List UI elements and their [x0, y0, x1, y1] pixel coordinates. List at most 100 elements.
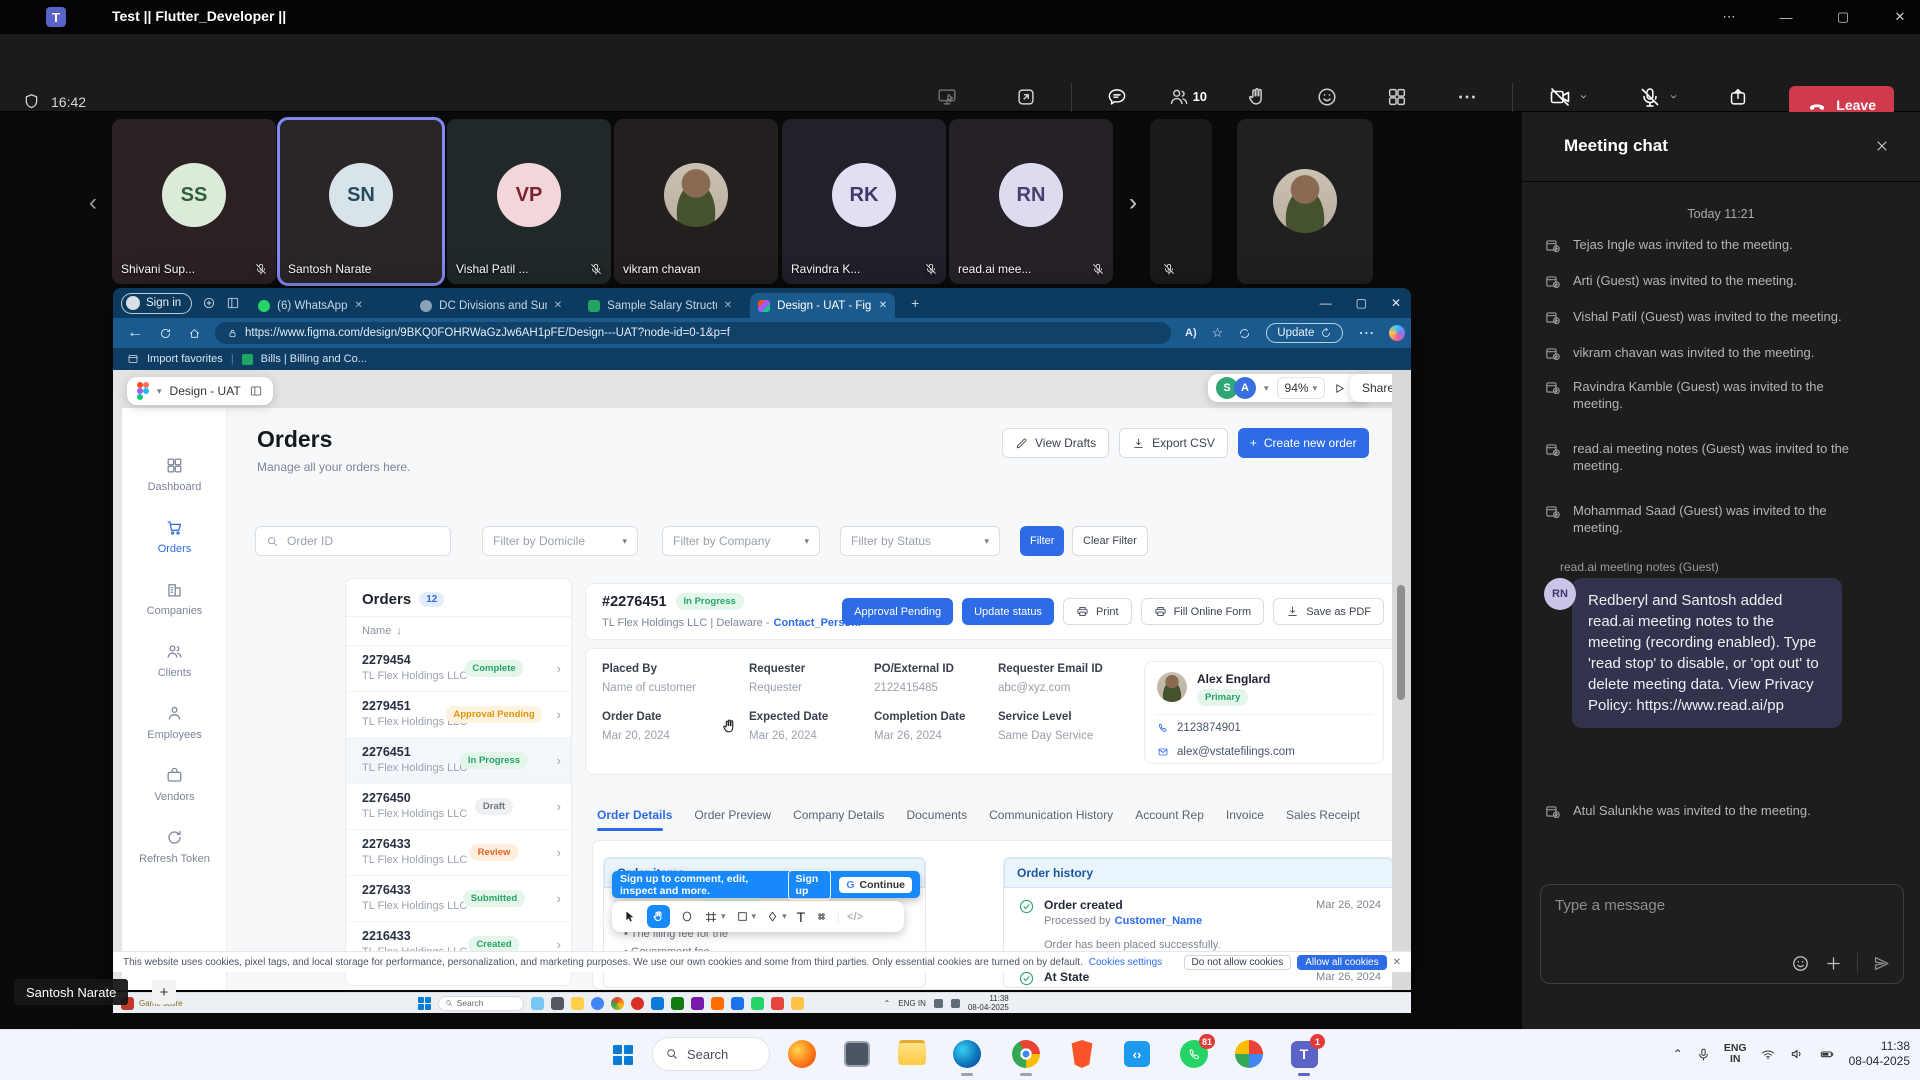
tiles-scroll-right-icon[interactable]: › — [1122, 188, 1144, 218]
contact-phone[interactable]: 2123874901 — [1177, 722, 1241, 734]
column-header-name[interactable]: Name↓ — [346, 617, 571, 646]
present-icon[interactable] — [1333, 382, 1346, 395]
tray-language[interactable]: ENG IN — [898, 999, 926, 1008]
vscode-icon[interactable]: ‹› — [1121, 1038, 1153, 1070]
export-csv-button[interactable]: Export CSV — [1119, 428, 1228, 458]
taskbar-app-icon[interactable] — [651, 997, 664, 1010]
contact-email[interactable]: alex@vstatefilings.com — [1177, 746, 1295, 758]
sidebar-item-refresh-token[interactable]: Refresh Token — [122, 828, 227, 865]
workspaces-icon[interactable] — [202, 296, 216, 310]
tab-close-icon[interactable]: ✕ — [554, 300, 562, 311]
taskbar-app-icon[interactable] — [751, 997, 764, 1010]
self-video-tile[interactable] — [1237, 119, 1373, 284]
window-maximize-icon[interactable]: ▢ — [1832, 6, 1854, 28]
favorite-star-icon[interactable]: ☆ — [1212, 325, 1224, 341]
participant-tile-active-speaker[interactable]: SN Santosh Narate — [279, 119, 443, 284]
browser-maximize-icon[interactable]: ▢ — [1356, 296, 1367, 310]
tab-company-details[interactable]: Company Details — [793, 808, 884, 822]
sidebar-item-orders[interactable]: Orders — [122, 518, 227, 555]
google-continue-button[interactable]: GContinue — [839, 877, 912, 893]
component-tool-icon[interactable] — [815, 910, 828, 923]
taskbar-app-icon[interactable] — [771, 997, 784, 1010]
browser-tab[interactable]: (6) WhatsApp ✕ — [250, 293, 402, 318]
url-field[interactable]: https://www.figma.com/design/9BKQ0FOHRWa… — [215, 322, 1171, 344]
print-button[interactable]: Print — [1063, 598, 1132, 625]
update-status-button[interactable]: Update status — [962, 598, 1054, 625]
browser-tab[interactable]: Sample Salary Structure with calc ✕ — [580, 293, 740, 318]
tab-account-rep[interactable]: Account Rep — [1135, 808, 1204, 822]
import-favorites-link[interactable]: Import favorites — [147, 353, 223, 365]
text-tool-icon[interactable]: T — [797, 909, 806, 925]
order-row[interactable]: 2276433TL Flex Holdings LLC Submitted› — [346, 876, 571, 922]
order-id-search-input[interactable]: Order ID — [255, 526, 451, 556]
start-icon[interactable] — [418, 997, 431, 1010]
lasso-tool-icon[interactable] — [680, 910, 694, 924]
refresh-icon[interactable] — [159, 327, 172, 340]
clear-filter-button[interactable]: Clear Filter — [1072, 526, 1148, 556]
sidebar-item-dashboard[interactable]: Dashboard — [122, 456, 227, 493]
browser-signin-button[interactable]: Sign in — [121, 293, 192, 314]
taskbar-app-icon[interactable] — [671, 997, 684, 1010]
tiles-scroll-left-icon[interactable]: ‹ — [82, 188, 104, 218]
chrome-icon[interactable] — [1010, 1038, 1042, 1070]
tab-order-preview[interactable]: Order Preview — [694, 808, 771, 822]
taskbar-app-icon[interactable] — [731, 997, 744, 1010]
update-browser-button[interactable]: Update — [1266, 323, 1343, 343]
hand-tool-icon-active[interactable] — [647, 905, 670, 928]
attach-plus-icon[interactable] — [1824, 954, 1843, 973]
view-drafts-button[interactable]: View Drafts — [1002, 428, 1109, 458]
browser-close-icon[interactable]: ✕ — [1391, 296, 1401, 310]
filter-company-dropdown[interactable]: Filter by Company▾ — [662, 526, 820, 556]
taskbar-app-icon[interactable] — [551, 997, 564, 1010]
participant-tile-partial[interactable] — [1150, 119, 1212, 284]
taskbar-app-icon[interactable] — [631, 997, 644, 1010]
tab-invoice[interactable]: Invoice — [1226, 808, 1264, 822]
taskbar-search[interactable]: Search — [652, 1037, 770, 1071]
zoom-control[interactable]: 94%▾ — [1277, 377, 1326, 399]
create-new-order-button[interactable]: + Create new order — [1238, 428, 1369, 458]
move-tool-icon[interactable] — [622, 909, 637, 924]
deny-cookies-button[interactable]: Do not allow cookies — [1184, 955, 1292, 970]
emoji-icon[interactable] — [1791, 954, 1810, 973]
taskbar-app-icon[interactable] — [531, 997, 544, 1010]
frame-tool-icon[interactable]: ▾ — [704, 910, 726, 924]
filter-button[interactable]: Filter — [1020, 526, 1064, 556]
sidebar-item-clients[interactable]: Clients — [122, 642, 227, 679]
read-aloud-icon[interactable]: A) — [1185, 327, 1197, 339]
order-row[interactable]: 2276450TL Flex Holdings LLC Draft› — [346, 784, 571, 830]
firefox-icon[interactable] — [786, 1038, 818, 1070]
layout-panel-icon[interactable] — [249, 384, 263, 398]
cookie-settings-link[interactable]: Cookies settings — [1089, 957, 1162, 968]
home-icon[interactable] — [188, 327, 201, 340]
filter-domicile-dropdown[interactable]: Filter by Domicile▾ — [482, 526, 638, 556]
browser-minimize-icon[interactable]: — — [1320, 296, 1332, 310]
whatsapp-icon[interactable]: 81 — [1178, 1038, 1210, 1070]
edge-icon[interactable] — [951, 1038, 983, 1070]
browser-tab-active[interactable]: Design - UAT - Figma ✕ — [750, 293, 895, 318]
tab-close-icon[interactable]: ✕ — [724, 300, 732, 311]
tray-chevron-icon[interactable]: ⌃ — [1673, 1047, 1683, 1061]
taskbar-app-icon[interactable] — [571, 997, 584, 1010]
order-row[interactable]: 2276433TL Flex Holdings LLC Review› — [346, 830, 571, 876]
back-icon[interactable]: ← — [127, 324, 143, 342]
language-indicator[interactable]: ENGIN — [1724, 1043, 1747, 1065]
taskbar-app-icon[interactable] — [711, 997, 724, 1010]
customer-name-link[interactable]: Customer_Name — [1115, 915, 1202, 927]
pen-tool-icon[interactable]: ▾ — [766, 910, 787, 923]
tab-order-details[interactable]: Order Details — [597, 808, 672, 822]
cookie-close-icon[interactable]: ✕ — [1393, 957, 1401, 968]
new-tab-icon[interactable]: + — [911, 295, 919, 311]
order-row[interactable]: 2279454TL Flex Holdings LLC Complete› — [346, 646, 571, 692]
tray-icon[interactable] — [934, 999, 943, 1008]
taskbar-app-icon[interactable] — [791, 997, 804, 1010]
tray-icon[interactable] — [951, 999, 960, 1008]
canvas-scrollbar[interactable] — [1392, 370, 1411, 990]
participant-tile[interactable]: RN read.ai mee... — [949, 119, 1113, 284]
signup-button[interactable]: Sign up — [788, 870, 832, 900]
tab-sales-receipt[interactable]: Sales Receipt — [1286, 808, 1360, 822]
chat-close-icon[interactable] — [1874, 138, 1890, 154]
tab-documents[interactable]: Documents — [906, 808, 967, 822]
figma-file-toolbar[interactable]: ▾ Design - UAT — [127, 377, 273, 405]
chrome-profile-icon[interactable] — [1233, 1038, 1265, 1070]
copilot-icon[interactable] — [1389, 325, 1405, 341]
